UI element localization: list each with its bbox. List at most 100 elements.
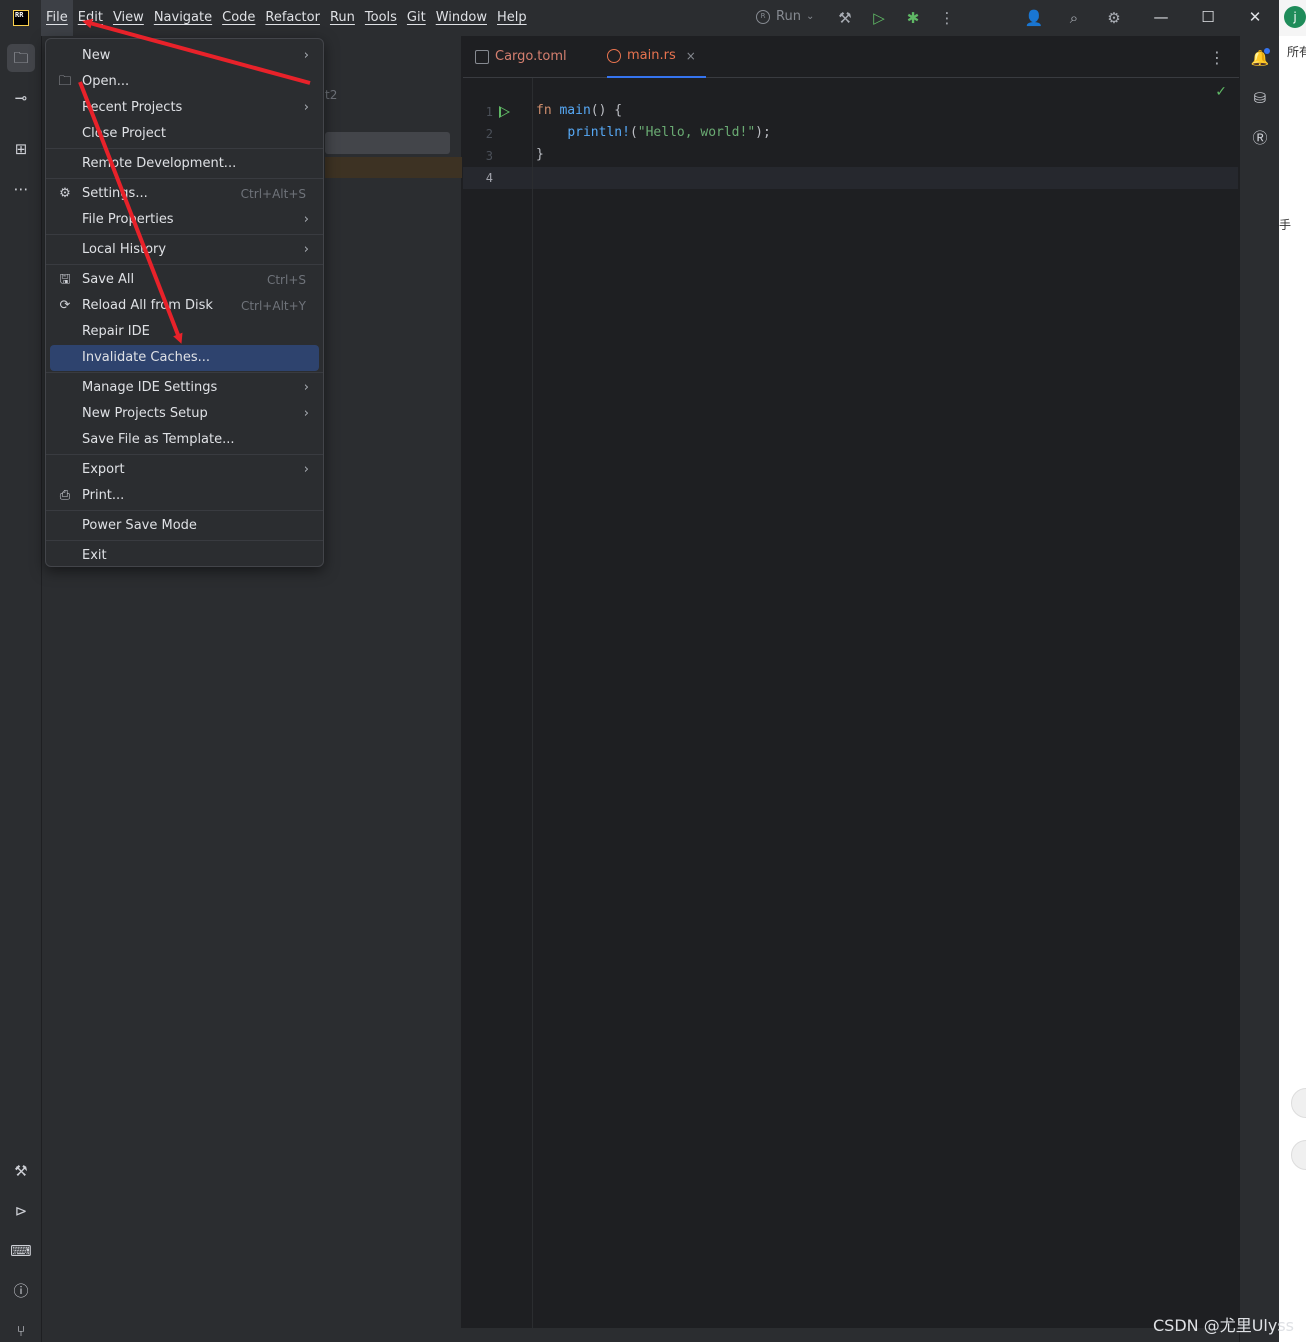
settings-icon[interactable]: ⚙ [1104,8,1124,28]
print-icon: ⎙ [59,488,71,503]
menu-item-label: Repair IDE [82,324,150,339]
menu-window[interactable]: Window [431,0,492,36]
code-token: () { [590,103,623,118]
menu-code[interactable]: Code [217,0,260,36]
notifications-icon[interactable]: 🔔 [1248,46,1272,70]
run-icon[interactable]: ▷ [869,8,889,28]
line-number: 3 [485,149,493,163]
code-line-3[interactable]: } [536,147,544,162]
external-window-edge: j 所有 手 [1279,0,1306,1342]
menu-item-invalidate-caches[interactable]: Invalidate Caches... [50,345,319,371]
menu-item-exit[interactable]: Exit [50,543,319,569]
macro-token: println! [567,125,630,140]
project-tool-icon[interactable]: 🗀 [7,44,35,72]
menu-separator [46,234,323,235]
search-icon[interactable]: ⌕ [1064,8,1084,28]
menu-item-new[interactable]: New › [50,43,319,69]
menu-item-label: Invalidate Caches... [82,350,211,365]
build-tool-icon[interactable]: ⚒ [7,1157,35,1185]
menu-file[interactable]: File [41,0,73,36]
project-tree-selected-row[interactable] [325,132,450,154]
menu-refactor[interactable]: Refactor [260,0,325,36]
menu-item-shortcut: Ctrl+S [266,273,306,287]
tab-cargo-toml[interactable]: Cargo.toml [475,36,567,78]
line-number: 1 [485,105,493,119]
folder-icon: 🗀 [58,74,72,89]
reload-icon: ⟳ [59,298,71,313]
code-line-1[interactable]: fn main() { [536,103,622,118]
project-tree-highlight-row[interactable] [325,157,462,178]
file-menu-dropdown: New › 🗀 Open... Recent Projects › Close Pro… [45,38,324,567]
menu-item-label: Open... [82,74,130,89]
left-tool-window-bar: 🗀 ⊸ ⊞ ⋯ ⚒ ⊳ ⌨ ⓘ ⑂ [0,36,42,1342]
menu-item-file-properties[interactable]: File Properties › [50,207,319,233]
minimize-button[interactable]: — [1138,0,1184,36]
code-token: } [536,147,544,162]
tab-main-rs[interactable]: main.rs × [607,36,706,78]
menu-help[interactable]: Help [492,0,532,36]
menu-item-new-projects-setup[interactable]: New Projects Setup › [50,401,319,427]
commit-tool-icon[interactable]: ⊸ [7,84,35,112]
menu-edit[interactable]: Edit [73,0,108,36]
run-config-selector[interactable]: R Run ⌄ [756,9,814,24]
tabs-more-icon[interactable]: ⋮ [1209,48,1225,67]
menu-item-power-save-mode[interactable]: Power Save Mode [50,513,319,539]
avatar[interactable]: j [1284,6,1306,28]
menu-item-close-project[interactable]: Close Project [50,121,319,147]
menu-item-save-file-as-template[interactable]: Save File as Template... [50,427,319,453]
build-icon[interactable]: ⚒ [835,8,855,28]
menu-view[interactable]: View [108,0,149,36]
menu-item-print[interactable]: ⎙ Print... [50,483,319,509]
external-floating-button[interactable] [1291,1140,1306,1170]
main-menu-bar: File Edit View Navigate Code Refactor Ru… [41,0,532,36]
title-bar: RR File Edit View Navigate Code Refactor… [0,0,1279,36]
menu-item-repair-ide[interactable]: Repair IDE [50,319,319,345]
external-floating-button[interactable] [1291,1088,1306,1118]
menu-item-open[interactable]: 🗀 Open... [50,69,319,95]
rust-file-icon [607,49,621,63]
chevron-right-icon: › [303,462,309,477]
menu-navigate[interactable]: Navigate [149,0,217,36]
menu-item-settings[interactable]: ⚙ Settings... Ctrl+Alt+S [50,181,319,207]
close-tab-icon[interactable]: × [686,34,696,78]
run-tool-icon[interactable]: ⊳ [7,1197,35,1225]
no-problems-check-icon[interactable]: ✓ [1215,84,1227,100]
menu-item-recent-projects[interactable]: Recent Projects › [50,95,319,121]
menu-item-export[interactable]: Export › [50,457,319,483]
menu-item-label: Print... [82,488,125,503]
run-main-gutter-icon[interactable] [499,106,510,118]
external-text-top: 所有 [1287,45,1306,59]
menu-item-label: File Properties [82,212,174,227]
menu-item-label: Power Save Mode [82,518,197,533]
menu-item-reload-all[interactable]: ⟳ Reload All from Disk Ctrl+Alt+Y [50,293,319,319]
menu-separator [46,148,323,149]
terminal-tool-icon[interactable]: ⌨ [7,1237,35,1265]
menu-item-label: Manage IDE Settings [82,380,218,395]
database-icon[interactable]: ⛁ [1248,86,1272,110]
problems-tool-icon[interactable]: ⓘ [7,1277,35,1305]
code-with-me-icon[interactable]: 👤 [1024,8,1044,28]
git-tool-icon[interactable]: ⑂ [7,1317,35,1342]
menu-item-remote-development[interactable]: Remote Development... [50,151,319,177]
rust-tool-icon[interactable]: Ⓡ [1248,126,1272,150]
debug-icon[interactable]: ✱ [903,8,923,28]
notification-badge [1264,48,1270,54]
close-window-button[interactable]: ✕ [1232,0,1278,36]
menu-item-manage-ide-settings[interactable]: Manage IDE Settings › [50,375,319,401]
more-tools-icon[interactable]: ⋯ [7,175,35,203]
maximize-button[interactable]: ☐ [1185,0,1231,36]
menu-item-label: Recent Projects [82,100,183,115]
structure-tool-icon[interactable]: ⊞ [7,135,35,163]
menu-item-label: Export [82,462,125,477]
menu-item-local-history[interactable]: Local History › [50,237,319,263]
menu-run[interactable]: Run [325,0,360,36]
menu-tools[interactable]: Tools [360,0,402,36]
menu-git[interactable]: Git [402,0,431,36]
more-icon[interactable]: ⋮ [937,8,957,28]
chevron-right-icon: › [303,242,309,257]
menu-item-shortcut: Ctrl+Alt+Y [240,299,306,313]
menu-item-save-all[interactable]: 🖫 Save All Ctrl+S [50,267,319,293]
keyword-token: fn [536,103,552,118]
menu-separator [46,178,323,179]
code-line-2[interactable]: println!("Hello, world!"); [536,125,771,140]
